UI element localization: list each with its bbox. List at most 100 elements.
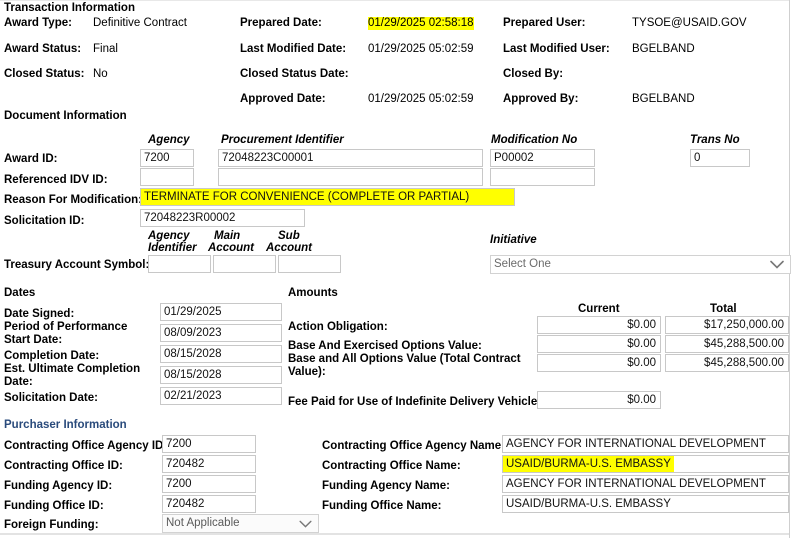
label-completion-date: Completion Date: (4, 350, 100, 362)
label-base-and-all-options-value: Base and All Options Value (Total Contra… (288, 353, 521, 378)
label-contracting-office-name: Contracting Office Name: (322, 460, 461, 472)
label-contracting-office-agency-name: Contracting Office Agency Name: (322, 440, 505, 452)
input-award-id-procurement-identifier[interactable]: 72048223C00001 (218, 149, 483, 167)
fpds-award-detail-page: Transaction Information Award Type: Defi… (0, 0, 800, 538)
value-award-status: Final (93, 43, 118, 55)
label-est-ultimate-completion-date: Est. Ultimate Completion Date: (4, 363, 141, 388)
column-header-initiative: Initiative (490, 234, 537, 246)
value-approved-date: 01/29/2025 05:02:59 (368, 93, 474, 105)
value-approved-by: BGELBAND (632, 93, 695, 105)
chevron-down-icon-foreign-funding (299, 515, 312, 532)
input-solicitation-id[interactable]: 72048223R00002 (140, 209, 305, 227)
label-funding-agency-id: Funding Agency ID: (4, 480, 113, 492)
input-contracting-office-agency-id[interactable]: 7200 (162, 435, 256, 453)
select-foreign-funding-value: Not Applicable (166, 517, 240, 529)
input-base-and-exercised-options-value-current[interactable]: $0.00 (537, 335, 661, 353)
input-period-of-performance-start-date[interactable]: 08/09/2023 (160, 324, 282, 342)
column-header-sub-account-line2: Account (266, 242, 312, 254)
input-tas-agency-identifier[interactable] (148, 255, 211, 273)
input-award-id-trans-no[interactable]: 0 (690, 149, 750, 167)
value-last-modified-date: 01/29/2025 05:02:59 (368, 43, 474, 55)
label-last-modified-user: Last Modified User: (503, 43, 610, 55)
label-funding-office-name: Funding Office Name: (322, 500, 442, 512)
label-solicitation-date: Solicitation Date: (4, 392, 98, 404)
column-header-total: Total (710, 303, 737, 315)
label-period-of-performance-start-date: Period of Performance Start Date: (4, 321, 128, 346)
label-closed-status: Closed Status: (4, 68, 85, 80)
section-header-dates: Dates (4, 287, 36, 299)
input-completion-date[interactable]: 08/15/2028 (160, 345, 282, 363)
input-referenced-idv-agency[interactable] (140, 168, 194, 186)
input-contracting-office-name-value: USAID/BURMA-U.S. EMBASSY (503, 456, 674, 472)
label-date-signed: Date Signed: (4, 308, 75, 320)
label-closed-by: Closed By: (503, 68, 564, 80)
section-header-amounts: Amounts (288, 287, 338, 299)
input-tas-sub-account[interactable] (278, 255, 341, 273)
column-header-agency-identifier-line2: Identifier (148, 242, 197, 254)
label-funding-agency-name: Funding Agency Name: (322, 480, 450, 492)
value-last-modified-user: BGELBAND (632, 43, 695, 55)
input-fee-paid-indefinite-delivery-vehicle[interactable]: $0.00 (537, 391, 661, 409)
input-date-signed[interactable]: 01/29/2025 (160, 303, 282, 321)
select-initiative-value: Select One (494, 258, 551, 270)
column-header-current: Current (578, 303, 620, 315)
label-last-modified-date: Last Modified Date: (240, 43, 347, 55)
label-prepared-date: Prepared Date: (240, 17, 322, 29)
label-prepared-user: Prepared User: (503, 17, 586, 29)
input-award-id-modification-no[interactable]: P00002 (490, 149, 595, 167)
input-est-ultimate-completion-date[interactable]: 08/15/2028 (160, 366, 282, 384)
input-base-and-all-options-value-total[interactable]: $45,288,500.00 (665, 354, 789, 372)
section-header-transaction-information: Transaction Information (4, 2, 135, 14)
label-referenced-idv-id: Referenced IDV ID: (4, 174, 108, 186)
input-tas-main-account[interactable] (213, 255, 276, 273)
input-award-id-agency[interactable]: 7200 (140, 149, 194, 167)
label-treasury-account-symbol: Treasury Account Symbol: (4, 259, 150, 271)
label-fee-paid-indefinite-delivery-vehicle: Fee Paid for Use of Indefinite Delivery … (288, 396, 542, 408)
input-referenced-idv-procurement-identifier[interactable] (218, 168, 483, 186)
label-award-id: Award ID: (4, 153, 58, 165)
value-prepared-user: TYSOE@USAID.GOV (632, 17, 747, 29)
label-action-obligation: Action Obligation: (288, 321, 388, 333)
label-reason-for-modification: Reason For Modification: (4, 194, 142, 206)
select-foreign-funding[interactable]: Not Applicable (162, 514, 319, 533)
label-foreign-funding: Foreign Funding: (4, 519, 99, 531)
value-award-type: Definitive Contract (93, 17, 187, 29)
label-base-and-exercised-options-value: Base And Exercised Options Value: (288, 340, 482, 352)
input-funding-agency-id[interactable]: 7200 (162, 475, 256, 493)
input-action-obligation-current[interactable]: $0.00 (537, 316, 661, 334)
input-contracting-office-agency-name[interactable]: AGENCY FOR INTERNATIONAL DEVELOPMENT (502, 435, 789, 453)
section-bottom-divider (0, 533, 789, 535)
input-action-obligation-total[interactable]: $17,250,000.00 (665, 316, 789, 334)
label-contracting-office-id: Contracting Office ID: (4, 460, 123, 472)
label-award-type: Award Type: (4, 17, 72, 29)
input-funding-agency-name[interactable]: AGENCY FOR INTERNATIONAL DEVELOPMENT (502, 475, 789, 493)
input-funding-office-name[interactable]: USAID/BURMA-U.S. EMBASSY (502, 495, 789, 513)
label-approved-date: Approved Date: (240, 93, 326, 105)
chevron-down-icon (770, 256, 784, 273)
section-header-document-information: Document Information (4, 110, 127, 122)
label-contracting-office-agency-id: Contracting Office Agency ID: (4, 440, 168, 452)
value-closed-status: No (93, 68, 108, 80)
input-reason-for-modification[interactable]: TERMINATE FOR CONVENIENCE (COMPLETE OR P… (140, 188, 515, 206)
column-header-main-account-line2: Account (208, 242, 254, 254)
column-header-trans-no: Trans No (690, 134, 740, 146)
section-header-purchaser-information: Purchaser Information (4, 419, 127, 431)
input-contracting-office-name[interactable]: USAID/BURMA-U.S. EMBASSY (502, 455, 789, 473)
input-base-and-exercised-options-value-total[interactable]: $45,288,500.00 (665, 335, 789, 353)
input-funding-office-id[interactable]: 720482 (162, 495, 256, 513)
select-initiative[interactable]: Select One (490, 255, 791, 274)
column-header-procurement-identifier: Procurement Identifier (221, 134, 344, 146)
window-top-divider (0, 0, 790, 1)
label-approved-by: Approved By: (503, 93, 579, 105)
column-header-agency: Agency (148, 134, 190, 146)
label-solicitation-id: Solicitation ID: (4, 215, 85, 227)
label-award-status: Award Status: (4, 43, 82, 55)
input-contracting-office-id[interactable]: 720482 (162, 455, 256, 473)
input-referenced-idv-modification-no[interactable] (490, 168, 595, 186)
value-prepared-date: 01/29/2025 02:58:18 (368, 17, 474, 30)
input-solicitation-date[interactable]: 02/21/2023 (160, 387, 282, 405)
column-header-modification-no: Modification No (491, 134, 578, 146)
label-funding-office-id: Funding Office ID: (4, 500, 104, 512)
input-base-and-all-options-value-current[interactable]: $0.00 (537, 354, 661, 372)
label-closed-status-date: Closed Status Date: (240, 68, 349, 80)
